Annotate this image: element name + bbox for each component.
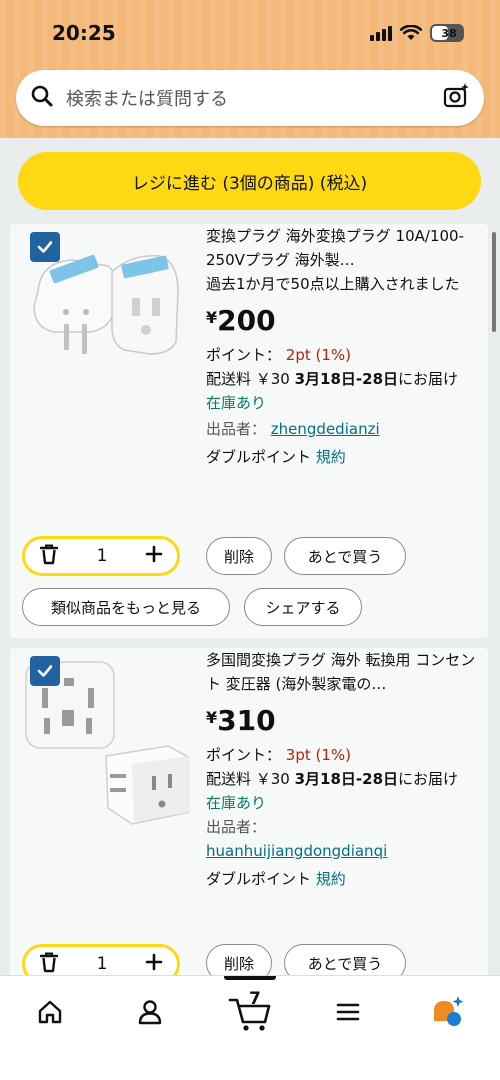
- points-row: ポイント： 3pt (1%): [206, 743, 476, 767]
- checkout-button[interactable]: レジに進む (3個の商品) (税込): [18, 152, 481, 210]
- delete-button[interactable]: 削除: [206, 944, 272, 975]
- double-points-row: ダブルポイント 規約: [206, 445, 476, 469]
- points-row: ポイント： 2pt (1%): [206, 343, 476, 367]
- bottom-navigation: 7: [0, 975, 500, 1080]
- rufus-assistant-icon[interactable]: [428, 992, 468, 1032]
- quantity-value: 1: [96, 954, 108, 974]
- cart-item: 多国間変換プラグ 海外 転換用 コンセント 変圧器 (海外製家電の… ¥310 …: [10, 648, 488, 975]
- status-icons: 38: [370, 24, 464, 42]
- shipping-suffix: にお届け: [398, 370, 459, 388]
- product-price: ¥200: [206, 304, 476, 337]
- trash-icon[interactable]: [39, 951, 59, 975]
- product-title[interactable]: 多国間変換プラグ 海外 転換用 コンセント 変圧器 (海外製家電の…: [206, 648, 476, 696]
- price-value: 200: [217, 304, 276, 337]
- shipping-row: 配送料 ￥30 3月18日-28日にお届け: [206, 767, 476, 791]
- share-button[interactable]: シェアする: [244, 588, 362, 626]
- save-for-later-button[interactable]: あとで買う: [284, 944, 406, 975]
- seller-link[interactable]: zhengdedianzi: [271, 420, 380, 438]
- menu-icon[interactable]: [328, 992, 368, 1032]
- purchase-note: 過去1か月で50点以上購入されました: [206, 275, 460, 293]
- cart-item: 変換プラグ 海外変換プラグ 10A/100-250Vプラグ 海外製… 過去1か月…: [10, 224, 488, 638]
- points-label: ポイント：: [206, 346, 282, 364]
- camera-search-icon[interactable]: [442, 82, 470, 114]
- battery-level: 38: [441, 26, 457, 40]
- search-input[interactable]: 検索または質問する: [66, 85, 442, 111]
- points-label: ポイント：: [206, 746, 282, 764]
- cart-icon[interactable]: 7: [226, 989, 274, 1032]
- quantity-value: 1: [96, 546, 108, 566]
- item-checkbox[interactable]: [30, 232, 60, 262]
- battery-icon: 38: [430, 24, 464, 42]
- signal-icon: [370, 25, 392, 41]
- plus-icon[interactable]: [145, 953, 163, 975]
- points-value: 2pt (1%): [285, 346, 352, 364]
- app-header: 20:25 38 検索または質問する: [0, 0, 500, 138]
- shipping-dates: 3月18日-28日: [294, 370, 399, 388]
- save-for-later-button[interactable]: あとで買う: [284, 537, 406, 575]
- shipping-dates: 3月18日-28日: [294, 770, 399, 788]
- quantity-stepper[interactable]: 1: [22, 536, 180, 576]
- seller-label: 出品者：: [206, 818, 267, 836]
- plus-icon[interactable]: [145, 545, 163, 567]
- terms-link[interactable]: 規約: [316, 870, 346, 888]
- shipping-suffix: にお届け: [398, 770, 459, 788]
- stock-status: 在庫あり: [206, 794, 267, 812]
- product-price: ¥310: [206, 704, 476, 737]
- currency-symbol: ¥: [206, 308, 218, 327]
- price-value: 310: [217, 704, 276, 737]
- status-time: 20:25: [52, 21, 116, 45]
- account-icon[interactable]: [130, 992, 170, 1032]
- points-value: 3pt (1%): [285, 746, 352, 764]
- product-title[interactable]: 変換プラグ 海外変換プラグ 10A/100-250Vプラグ 海外製…: [206, 224, 476, 272]
- similar-items-button[interactable]: 類似商品をもっと見る: [22, 588, 230, 626]
- terms-link[interactable]: 規約: [316, 448, 346, 466]
- seller-row: 出品者： zhengdedianzi: [206, 417, 476, 441]
- shipping-prefix: 配送料 ￥30: [206, 370, 295, 388]
- shipping-row: 配送料 ￥30 3月18日-28日にお届け: [206, 367, 476, 391]
- delete-button[interactable]: 削除: [206, 537, 272, 575]
- item-checkbox[interactable]: [30, 656, 60, 686]
- seller-link[interactable]: huanhuijiangdongdianqi: [206, 842, 387, 860]
- search-icon: [30, 84, 54, 112]
- double-points-label: ダブルポイント: [206, 870, 312, 888]
- trash-icon[interactable]: [39, 543, 59, 569]
- shipping-prefix: 配送料 ￥30: [206, 770, 295, 788]
- home-icon[interactable]: [30, 992, 70, 1032]
- double-points-label: ダブルポイント: [206, 448, 312, 466]
- stock-status: 在庫あり: [206, 394, 267, 412]
- status-bar: 20:25 38: [0, 18, 500, 50]
- search-bar[interactable]: 検索または質問する: [16, 70, 484, 126]
- active-tab-indicator: [224, 976, 276, 980]
- wifi-icon: [400, 25, 422, 41]
- quantity-stepper[interactable]: 1: [22, 944, 180, 975]
- double-points-row: ダブルポイント 規約: [206, 867, 476, 891]
- scroll-indicator: [492, 232, 496, 332]
- cart-count: 7: [249, 989, 261, 1009]
- seller-label: 出品者：: [206, 420, 267, 438]
- cart-content[interactable]: レジに進む (3個の商品) (税込) 変換プラグ 海外変換プラグ 10A/100…: [0, 138, 500, 975]
- currency-symbol: ¥: [206, 708, 218, 727]
